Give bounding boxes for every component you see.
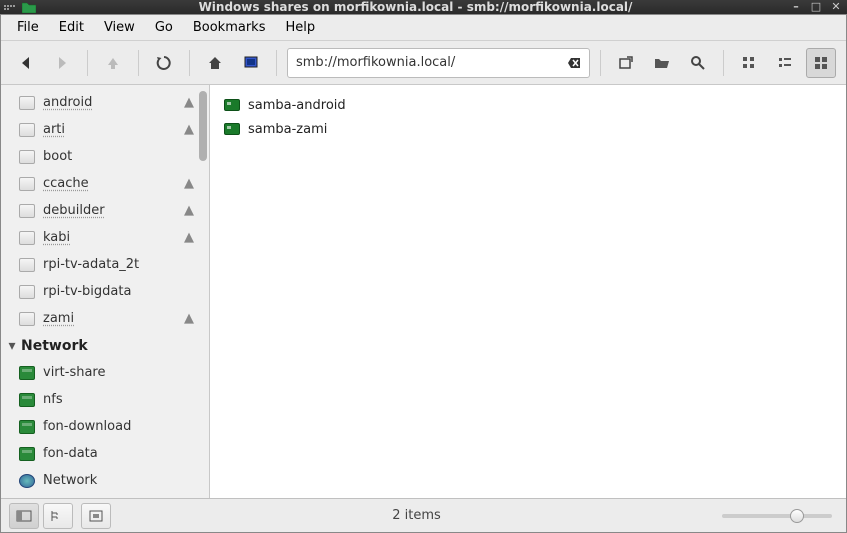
view-compact-button[interactable] [806,48,836,78]
sidebar: android▲ arti▲ boot ccache▲ debuilder▲ k… [1,85,210,498]
network-folder-icon [19,447,35,461]
sidebar-item-fon-download[interactable]: fon-download [1,413,209,440]
sidebar-item-debuilder[interactable]: debuilder▲ [1,197,209,224]
places-panel-button[interactable] [9,503,39,529]
drive-icon [19,150,35,164]
menu-go[interactable]: Go [145,17,183,38]
address-bar[interactable]: smb://morfikownia.local/ [287,48,590,78]
menu-file[interactable]: File [7,17,49,38]
window-title: Windows shares on morfikownia.local - sm… [42,0,789,14]
eject-icon[interactable]: ▲ [181,311,197,326]
status-text: 2 items [111,508,722,523]
statusbar: 2 items [1,498,846,532]
drive-icon [19,177,35,191]
zoom-knob[interactable] [790,509,804,523]
share-folder-icon [224,123,240,135]
up-button[interactable] [98,48,128,78]
menu-view[interactable]: View [94,17,145,38]
view-grid-button[interactable] [734,48,764,78]
sidebar-item-fon-data[interactable]: fon-data [1,440,209,467]
close-button[interactable]: ✕ [829,0,843,14]
home-button[interactable] [200,48,230,78]
eject-icon[interactable]: ▲ [181,95,197,110]
eject-icon[interactable]: ▲ [181,176,197,191]
sidebar-item-zami[interactable]: zami▲ [1,305,209,332]
drive-icon [19,204,35,218]
share-folder-icon [224,99,240,111]
sidebar-item-ccache[interactable]: ccache▲ [1,170,209,197]
expand-icon: ▾ [5,338,19,354]
drive-icon [19,231,35,245]
sidebar-item-boot[interactable]: boot [1,143,209,170]
zoom-slider[interactable] [722,514,832,518]
computer-button[interactable] [236,48,266,78]
network-globe-icon [19,474,35,488]
eject-icon[interactable]: ▲ [181,122,197,137]
network-folder-icon [19,393,35,407]
drive-icon [19,96,35,110]
app-icon [22,1,36,13]
search-button[interactable] [683,48,713,78]
minimize-button[interactable]: – [789,0,803,14]
titlebar: Windows shares on morfikownia.local - sm… [0,0,847,14]
toolbar: smb://morfikownia.local/ [1,41,846,85]
sidebar-item-android[interactable]: android▲ [1,89,209,116]
sidebar-item-virt-share[interactable]: virt-share [1,359,209,386]
menubar: File Edit View Go Bookmarks Help [1,15,846,41]
file-item-samba-zami[interactable]: samba-zami [220,117,836,141]
maximize-button[interactable]: □ [809,0,823,14]
reload-button[interactable] [149,48,179,78]
sidebar-item-rpi-tv-adata[interactable]: rpi-tv-adata_2t [1,251,209,278]
sidebar-section-network[interactable]: ▾Network [1,332,209,359]
sidebar-scrollbar[interactable] [197,85,209,498]
open-folder-button[interactable] [647,48,677,78]
forward-button[interactable] [47,48,77,78]
sidebar-item-kabi[interactable]: kabi▲ [1,224,209,251]
eject-icon[interactable]: ▲ [181,203,197,218]
sidebar-item-rpi-tv-bigdata[interactable]: rpi-tv-bigdata [1,278,209,305]
tree-panel-button[interactable] [43,503,73,529]
drive-icon [19,123,35,137]
menu-bookmarks[interactable]: Bookmarks [183,17,276,38]
sidebar-item-arti[interactable]: arti▲ [1,116,209,143]
drive-icon [19,285,35,299]
back-button[interactable] [11,48,41,78]
menu-help[interactable]: Help [275,17,325,38]
window-handle-icon[interactable] [4,5,16,10]
extra-panel-button[interactable] [81,503,111,529]
file-item-samba-android[interactable]: samba-android [220,93,836,117]
view-list-button[interactable] [770,48,800,78]
clear-address-icon[interactable] [567,56,581,70]
address-text: smb://morfikownia.local/ [296,55,567,70]
eject-icon[interactable]: ▲ [181,230,197,245]
sidebar-item-nfs[interactable]: nfs [1,386,209,413]
network-folder-icon [19,366,35,380]
drive-icon [19,312,35,326]
new-tab-button[interactable] [611,48,641,78]
sidebar-item-network[interactable]: Network [1,467,209,494]
drive-icon [19,258,35,272]
network-folder-icon [19,420,35,434]
menu-edit[interactable]: Edit [49,17,94,38]
content-pane[interactable]: samba-android samba-zami [210,85,846,498]
